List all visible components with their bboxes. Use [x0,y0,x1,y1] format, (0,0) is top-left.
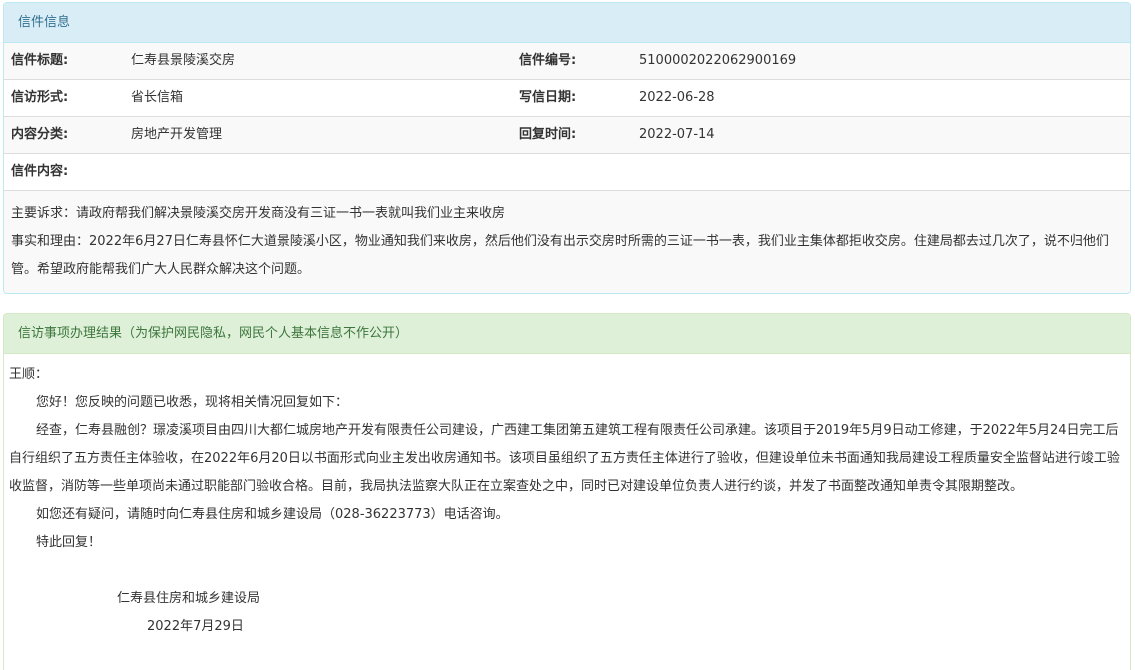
info-row-form: 信访形式: 省长信箱 写信日期: 2022-06-28 [4,80,1130,117]
petition-form-label: 信访形式: [11,90,69,105]
reply-time-label: 回复时间: [519,127,577,142]
content-category-value: 房地产开发管理 [131,127,223,142]
info-row-content-label: 信件内容: [4,154,1130,191]
letter-info-heading: 信件信息 [4,3,1130,43]
write-date-value: 2022-06-28 [639,90,715,105]
petition-form-value: 省长信箱 [131,90,184,105]
letter-title-label: 信件标题: [11,53,69,68]
letter-title-value: 仁寿县景陵溪交房 [131,53,236,68]
info-row-category: 内容分类: 房地产开发管理 回复时间: 2022-07-14 [4,117,1130,154]
reply-paragraph: 如您还有疑问，请随时向仁寿县住房和城乡建设局（028-36223773）电话咨询… [36,507,509,522]
signature-org: 仁寿县住房和城乡建设局 [117,591,261,606]
reply-paragraph: 您好！您反映的问题已收悉，现将相关情况回复如下： [36,395,349,410]
reply-salutation: 王顺： [9,367,49,382]
reply-result-panel: 信访事项办理结果（为保护网民隐私，网民个人基本信息不作公开） 王顺： 您好！您反… [3,313,1131,670]
main-appeal-text: 主要诉求：请政府帮我们解决景陵溪交房开发商没有三证一书一表就叫我们业主来收房 [11,206,506,221]
content-category-label: 内容分类: [11,127,69,142]
letter-number-label: 信件编号: [519,53,577,68]
letter-content-label: 信件内容: [11,164,69,179]
reply-time-value: 2022-07-14 [639,127,715,142]
letter-number-value: 5100002022062900169 [639,53,797,68]
letter-content-body: 主要诉求：请政府帮我们解决景陵溪交房开发商没有三证一书一表就叫我们业主来收房 事… [4,191,1130,293]
info-row-title: 信件标题: 仁寿县景陵溪交房 信件编号: 5100002022062900169 [4,43,1130,80]
signature-date: 2022年7月29日 [147,619,244,634]
reply-body: 王顺： 您好！您反映的问题已收悉，现将相关情况回复如下： 经查，仁寿县融创？璟凌… [4,354,1130,641]
letter-info-panel: 信件信息 信件标题: 仁寿县景陵溪交房 信件编号: 51000020220629… [3,2,1131,294]
facts-reasons-text: 事实和理由：2022年6月27日仁寿县怀仁大道景陵溪小区，物业通知我们来收房，然… [11,234,1109,277]
write-date-label: 写信日期: [519,90,577,105]
signature-spacer [9,557,1125,585]
reply-paragraph: 特此回复！ [36,535,102,550]
reply-result-heading: 信访事项办理结果（为保护网民隐私，网民个人基本信息不作公开） [4,314,1130,354]
reply-paragraph: 经查，仁寿县融创？璟凌溪项目由四川大都仁城房地产开发有限责任公司建设，广西建工集… [9,423,1120,494]
